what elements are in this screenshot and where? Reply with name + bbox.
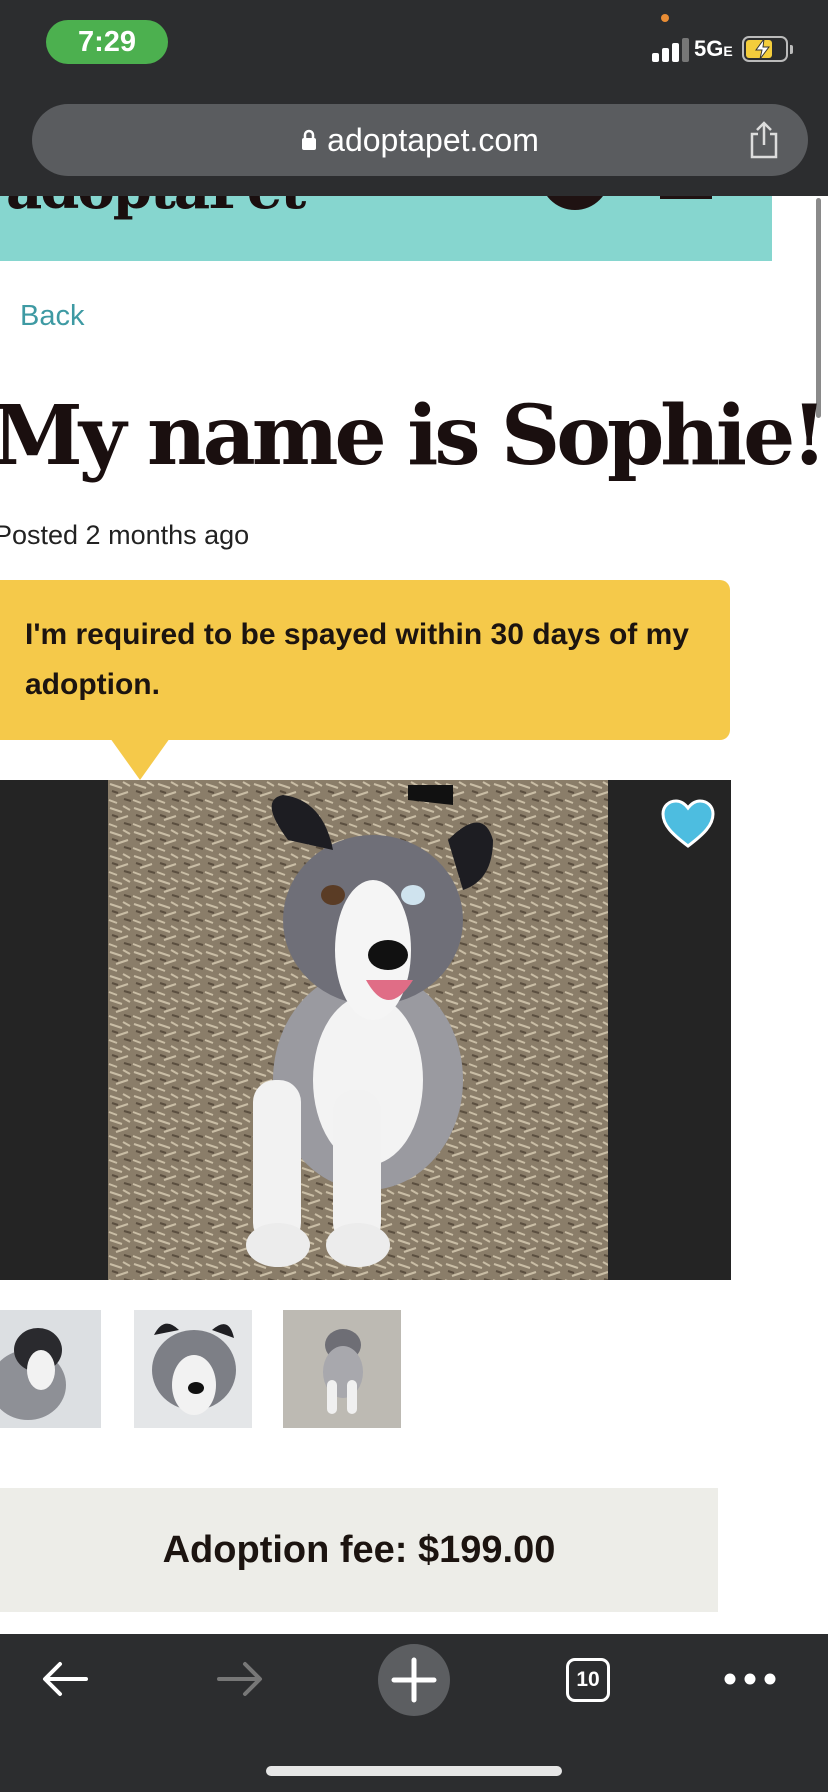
- forward-button[interactable]: [205, 1634, 275, 1724]
- adoption-fee-box: Adoption fee: $199.00: [0, 1488, 718, 1612]
- status-time: 7:29: [46, 20, 168, 64]
- page-title: My name is Sophie!: [0, 388, 827, 484]
- privacy-indicator-dot: [661, 14, 669, 22]
- share-icon[interactable]: [748, 120, 780, 160]
- plus-icon: [391, 1657, 437, 1703]
- browser-chrome-top: 7:29 5GE adoptapet.com: [0, 0, 828, 196]
- posted-date: Posted 2 months ago: [0, 520, 250, 550]
- photo-thumbnail-2[interactable]: [134, 1310, 252, 1428]
- address-bar[interactable]: adoptapet.com: [32, 104, 808, 176]
- url-text: adoptapet.com: [327, 122, 539, 158]
- photo-thumbnail-1[interactable]: [0, 1310, 101, 1428]
- cellular-signal-icon: [652, 38, 692, 62]
- menu-icon[interactable]: [660, 196, 712, 199]
- new-tab-button[interactable]: [378, 1644, 450, 1716]
- more-icon: [724, 1673, 776, 1685]
- photo-thumbnail-3[interactable]: [283, 1310, 401, 1428]
- address-text-row: adoptapet.com: [32, 104, 808, 176]
- lock-icon: [302, 129, 317, 150]
- spay-notice-banner: I'm required to be spayed within 30 days…: [0, 580, 730, 740]
- arrow-left-icon: [43, 1662, 88, 1696]
- site-header: adoptaPet: [0, 196, 772, 261]
- tabs-button[interactable]: 10: [566, 1658, 610, 1702]
- heart-icon[interactable]: [660, 798, 716, 850]
- more-button[interactable]: [720, 1634, 780, 1724]
- battery-icon: [742, 36, 793, 62]
- notice-pointer: [110, 738, 170, 780]
- network-type: 5GE: [694, 36, 733, 61]
- adoption-fee: Adoption fee: $199.00: [162, 1529, 556, 1571]
- back-link[interactable]: Back: [20, 300, 84, 333]
- site-logo[interactable]: adoptaPet: [6, 196, 306, 222]
- home-indicator[interactable]: [266, 1766, 562, 1776]
- photo-gallery: [0, 780, 731, 1280]
- back-button[interactable]: [30, 1634, 100, 1724]
- account-icon[interactable]: [540, 196, 610, 210]
- notice-text: I'm required to be spayed within 30 days…: [25, 618, 689, 701]
- page-scrollbar[interactable]: [816, 198, 821, 418]
- main-pet-photo[interactable]: [108, 780, 608, 1280]
- arrow-right-icon: [217, 1662, 262, 1696]
